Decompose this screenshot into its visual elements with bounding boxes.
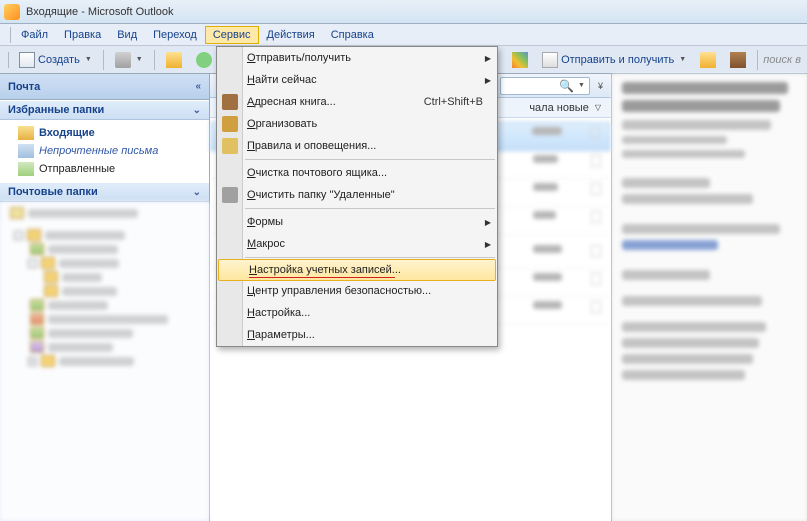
search-folder-icon — [18, 144, 34, 158]
menu-item-label: Макрос — [247, 238, 285, 250]
menu-item[interactable]: Отправить/получить ▶ — [217, 47, 497, 69]
menu-file[interactable]: Файл — [13, 26, 56, 44]
sidebar-item-label: Отправленные — [39, 163, 115, 175]
categorize-button[interactable] — [506, 49, 534, 71]
categorize-icon — [512, 52, 528, 68]
menu-item-label: Центр управления безопасностью... — [247, 285, 431, 297]
send-receive-icon — [542, 52, 558, 68]
menu-service[interactable]: Сервис — [205, 26, 259, 44]
menu-item[interactable]: Макрос ▶ — [217, 233, 497, 255]
menu-help[interactable]: Справка — [323, 26, 382, 44]
search-input[interactable]: 🔍 ▼ — [500, 77, 590, 95]
menu-item[interactable]: Настройка... — [217, 302, 497, 324]
forward-button[interactable] — [190, 49, 218, 71]
menu-item-label: Найти сейчас — [247, 74, 317, 86]
menu-item[interactable]: Очистка почтового ящика... — [217, 162, 497, 184]
grid-icon — [222, 116, 238, 132]
menu-separator — [245, 257, 495, 258]
menu-item[interactable]: Центр управления безопасностью... — [217, 280, 497, 302]
new-icon — [19, 52, 35, 68]
folder2-button[interactable] — [694, 49, 722, 71]
menu-goto[interactable]: Переход — [145, 26, 205, 44]
forward-icon — [196, 52, 212, 68]
menu-item-label: Правила и оповещения... — [247, 140, 376, 152]
menu-item-label: Очистить папку "Удаленные" — [247, 189, 395, 201]
addressbook-button[interactable] — [724, 49, 752, 71]
sidebar-item-unread[interactable]: Непрочтенные письма — [0, 142, 209, 160]
chevron-down-icon[interactable]: ¥ — [598, 81, 603, 91]
sent-icon — [18, 162, 34, 176]
menu-item[interactable]: Параметры... — [217, 324, 497, 346]
folder-icon — [166, 52, 182, 68]
sidebar-title: Почта — [8, 81, 40, 93]
menu-item[interactable]: Формы ▶ — [217, 211, 497, 233]
folder-button[interactable] — [160, 49, 188, 71]
sort-label: чала новые — [529, 102, 589, 114]
titlebar: Входящие - Microsoft Outlook — [0, 0, 807, 24]
menu-separator — [245, 159, 495, 160]
send-receive-button[interactable]: Отправить и получить ▼ — [536, 49, 692, 71]
submenu-arrow-icon: ▶ — [485, 54, 491, 63]
create-button[interactable]: Создать ▼ — [13, 49, 98, 71]
menu-item[interactable]: Правила и оповещения... — [217, 135, 497, 157]
mailfolders-label: Почтовые папки — [8, 186, 98, 198]
sidebar: Почта « Избранные папки ⌄ Входящие Непро… — [0, 74, 210, 521]
sidebar-item-label: Входящие — [39, 127, 95, 139]
chevron-down-icon: ⌄ — [193, 105, 201, 116]
menu-item-label: Организовать — [247, 118, 317, 130]
preview-pane — [612, 74, 807, 521]
menu-item[interactable]: Настройка учетных записей... — [218, 259, 496, 281]
menu-item-label: Формы — [247, 216, 283, 228]
mail-icon — [222, 138, 238, 154]
submenu-arrow-icon: ▶ — [485, 76, 491, 85]
menu-item-label: Очистка почтового ящика... — [247, 167, 387, 179]
highlight-underline — [249, 277, 395, 278]
chevron-down-icon: ⌄ — [193, 187, 201, 198]
menu-view[interactable]: Вид — [109, 26, 145, 44]
search-icon: 🔍 — [559, 79, 574, 93]
print-icon — [115, 52, 131, 68]
book-icon — [730, 52, 746, 68]
window-title: Входящие - Microsoft Outlook — [26, 6, 174, 18]
sidebar-item-label: Непрочтенные письма — [39, 145, 158, 157]
favorites-header[interactable]: Избранные папки ⌄ — [0, 100, 209, 120]
folder-tree[interactable]: - - + — [0, 202, 209, 521]
send-receive-label: Отправить и получить — [561, 54, 674, 66]
sidebar-item-inbox[interactable]: Входящие — [0, 124, 209, 142]
menu-item[interactable]: Адресная книга... Ctrl+Shift+B — [217, 91, 497, 113]
menu-actions[interactable]: Действия — [259, 26, 323, 44]
chevron-down-icon: ▼ — [85, 56, 92, 63]
create-label: Создать — [38, 54, 80, 66]
sidebar-header: Почта « — [0, 74, 209, 100]
mailfolders-header[interactable]: Почтовые папки ⌄ — [0, 182, 209, 202]
chevron-left-icon[interactable]: « — [195, 81, 201, 92]
trash-icon — [222, 187, 238, 203]
favorites-label: Избранные папки — [8, 104, 104, 116]
print-button[interactable]: ▼ — [109, 49, 149, 71]
menu-shortcut: Ctrl+Shift+B — [424, 96, 483, 108]
favorites-body: Входящие Непрочтенные письма Отправленны… — [0, 120, 209, 182]
menu-item[interactable]: Организовать — [217, 113, 497, 135]
menu-item-label: Параметры... — [247, 329, 315, 341]
menubar: Файл Правка Вид Переход Сервис Действия … — [0, 24, 807, 46]
menu-item-label: Отправить/получить — [247, 52, 351, 64]
menu-item-label: Настройка... — [247, 307, 310, 319]
folder-icon — [700, 52, 716, 68]
menu-item-label: Настройка учетных записей... — [249, 264, 401, 276]
service-menu: Отправить/получить ▶ Найти сейчас ▶ Адресная… — [216, 46, 498, 347]
app-icon — [4, 4, 20, 20]
sidebar-item-sent[interactable]: Отправленные — [0, 160, 209, 178]
inbox-icon — [18, 126, 34, 140]
book-icon — [222, 94, 238, 110]
search-label: поиск в — [763, 54, 801, 66]
menu-item-label: Адресная книга... — [247, 96, 336, 108]
menu-separator — [245, 208, 495, 209]
submenu-arrow-icon: ▶ — [485, 218, 491, 227]
chevron-down-icon: ▽ — [595, 103, 601, 112]
menu-item[interactable]: Найти сейчас ▶ — [217, 69, 497, 91]
menu-item[interactable]: Очистить папку "Удаленные" — [217, 184, 497, 206]
menu-edit[interactable]: Правка — [56, 26, 109, 44]
submenu-arrow-icon: ▶ — [485, 240, 491, 249]
